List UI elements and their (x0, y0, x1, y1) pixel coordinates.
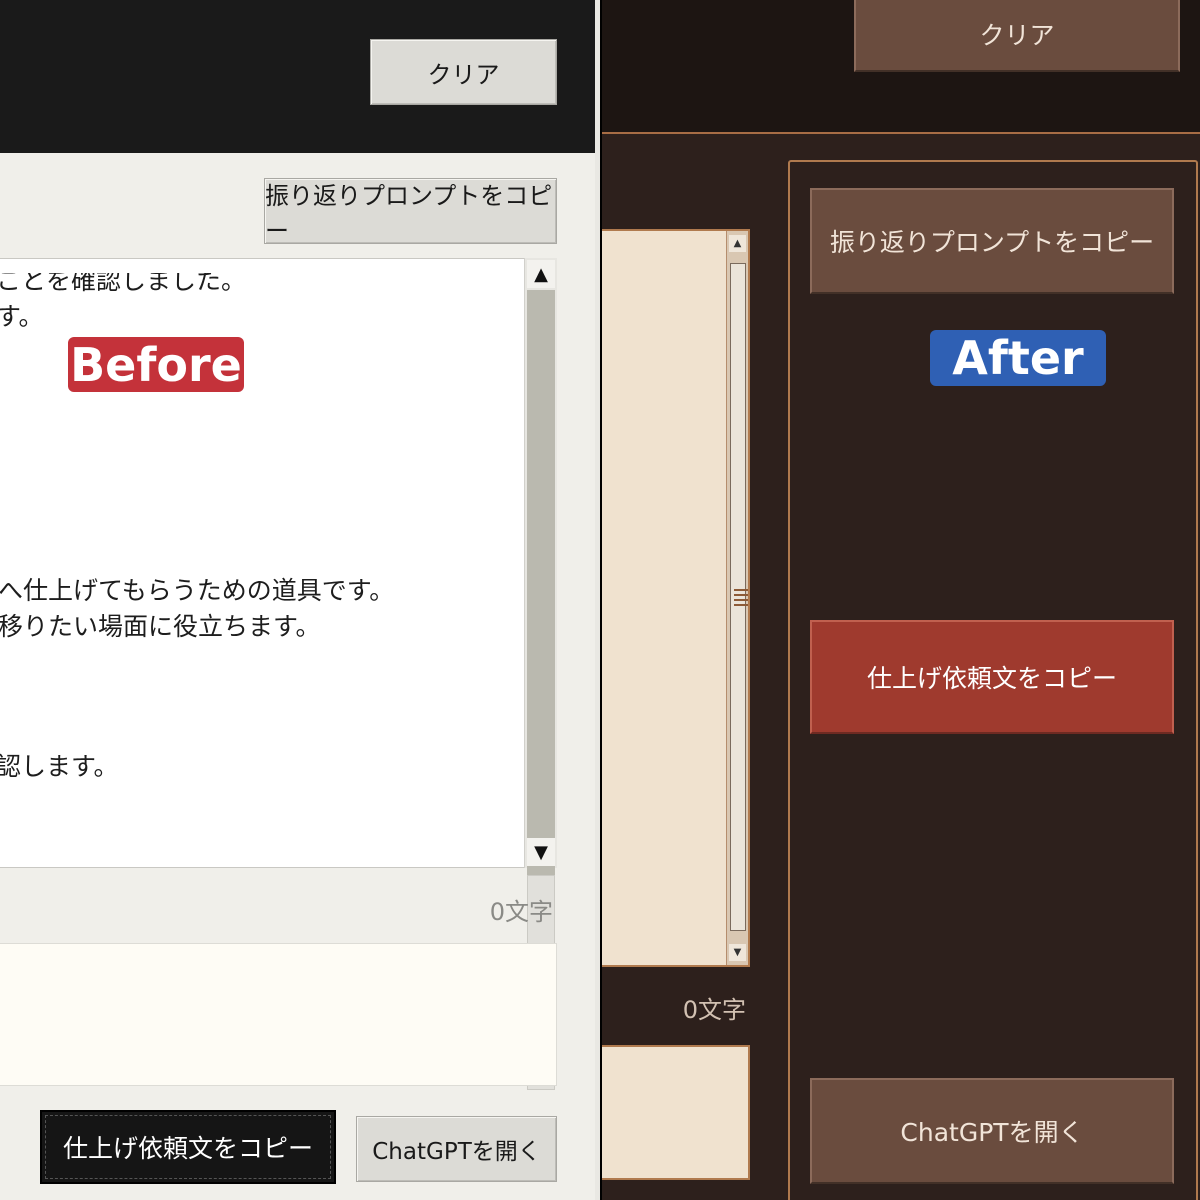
grip-line (734, 594, 748, 596)
vertical-scrollbar[interactable]: ▲ ▼ (524, 258, 557, 1090)
clear-button[interactable]: クリア (370, 39, 557, 105)
before-panel: クリア 振り返りプロンプトをコピー ことを確認しました。 す。 。 へ仕上げても… (0, 0, 600, 1200)
scroll-down-arrow-icon[interactable]: ▼ (527, 838, 555, 866)
before-label-badge: Before (68, 337, 244, 392)
after-label-badge: After (930, 330, 1106, 386)
open-chatgpt-button[interactable]: ChatGPTを開く (810, 1078, 1174, 1184)
open-chatgpt-button[interactable]: ChatGPTを開く (356, 1116, 557, 1182)
copy-reflection-prompt-button[interactable]: 振り返りプロンプトをコピー (264, 178, 557, 245)
scroll-down-arrow-icon[interactable]: ▼ (729, 944, 746, 961)
divider (595, 0, 600, 1200)
text-line: 移りたい場面に役立ちます。 (0, 612, 321, 641)
grip-line (734, 589, 748, 591)
grip-line (734, 604, 748, 606)
scrollbar-track[interactable] (527, 290, 555, 875)
character-count: 0文字 (682, 996, 746, 1024)
copy-finish-request-button[interactable]: 仕上げ依頼文をコピー (40, 1110, 336, 1184)
clear-button[interactable]: クリア (854, 0, 1180, 72)
text-line: 。 (0, 404, 13, 440)
text-line: す。 (0, 302, 44, 331)
input-text-area[interactable] (0, 943, 557, 1086)
scroll-up-arrow-icon[interactable]: ▲ (527, 260, 555, 288)
grip-line (734, 599, 748, 601)
vertical-scrollbar[interactable]: ▲ ▼ (726, 231, 748, 965)
text-line: へ仕上げてもらうための道具です。 (0, 576, 395, 605)
input-text-area[interactable] (602, 1045, 750, 1180)
text-line: ことを確認しました。 (0, 266, 247, 295)
character-count: 0文字 (489, 898, 553, 926)
scroll-up-arrow-icon[interactable]: ▲ (729, 235, 746, 252)
copy-reflection-prompt-button[interactable]: 振り返りプロンプトをコピー (810, 188, 1174, 294)
scrollbar-thumb[interactable] (730, 263, 748, 931)
toolbar-divider (602, 132, 1200, 134)
text-line: 認します。 (0, 752, 119, 781)
copy-finish-request-button[interactable]: 仕上げ依頼文をコピー (810, 620, 1174, 734)
after-panel: クリア ▲ ▼ 0文字 振り返りプロンプトをコピー 仕上げ依頼文をコピー Cha… (602, 0, 1200, 1200)
